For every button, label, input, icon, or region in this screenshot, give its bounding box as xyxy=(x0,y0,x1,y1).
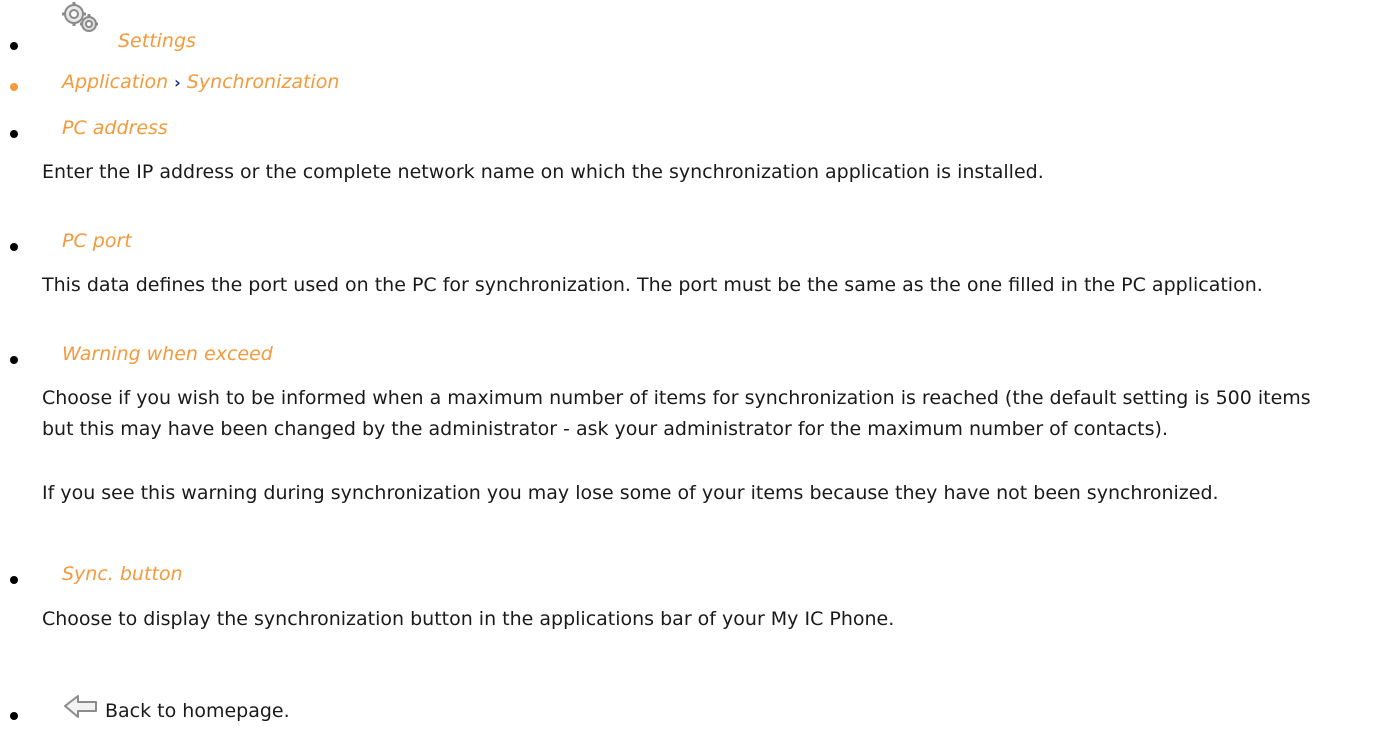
sync-button-title: Sync. button xyxy=(62,563,183,585)
bullet xyxy=(10,712,18,720)
bullet xyxy=(10,576,18,584)
breadcrumb: Application › Synchronization xyxy=(62,71,1357,93)
back-to-homepage-link[interactable]: Back to homepage. xyxy=(105,700,1357,722)
bullet xyxy=(10,42,18,50)
breadcrumb-application[interactable]: Application xyxy=(62,71,168,93)
settings-link[interactable]: Settings xyxy=(118,30,1357,52)
pc-port-description: This data defines the port used on the P… xyxy=(42,274,1263,296)
warning-when-exceed-title: Warning when exceed xyxy=(62,343,273,365)
pc-address-title: PC address xyxy=(62,117,168,139)
bullet xyxy=(10,130,18,138)
breadcrumb-separator: › xyxy=(174,73,181,92)
bullet xyxy=(10,356,18,364)
breadcrumb-synchronization[interactable]: Synchronization xyxy=(187,71,340,93)
bullet xyxy=(10,83,18,91)
back-arrow-icon[interactable] xyxy=(62,693,102,723)
warning-when-exceed-description: Choose if you wish to be informed when a… xyxy=(42,387,1311,440)
pc-port-title: PC port xyxy=(62,230,132,252)
warning-when-exceed-note: If you see this warning during synchroni… xyxy=(42,482,1219,504)
gears-icon xyxy=(58,0,112,34)
pc-address-description: Enter the IP address or the complete net… xyxy=(42,161,1044,183)
sync-button-description: Choose to display the synchronization bu… xyxy=(42,608,895,630)
bullet xyxy=(10,243,18,251)
